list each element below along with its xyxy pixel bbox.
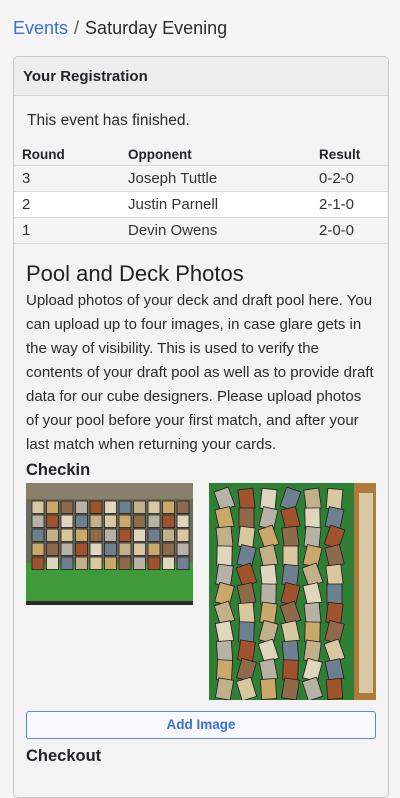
photos-description: Upload photos of your deck and draft poo… <box>26 292 374 453</box>
checkin-title: Checkin <box>26 461 91 479</box>
page-title: Saturday Evening <box>85 18 228 38</box>
breadcrumb: Events / Saturday Evening <box>13 17 227 39</box>
add-image-button[interactable]: Add Image <box>26 711 376 739</box>
column-header-opponent: Opponent <box>120 144 311 166</box>
checkout-title: Checkout <box>26 747 102 765</box>
checkin-photo-2[interactable] <box>209 483 376 700</box>
table-header-row: Round Opponent Result <box>14 144 388 166</box>
registration-card: Your Registration This event has finishe… <box>13 56 389 798</box>
round-cell: 1 <box>14 217 120 244</box>
result-cell: 2-1-0 <box>311 191 388 218</box>
deck-photo-image <box>209 483 376 700</box>
table-row: 1 Devin Owens 2-0-0 <box>14 217 388 244</box>
draft-pool-photo-image <box>26 483 193 605</box>
photos-section: Pool and Deck Photos Upload photos of yo… <box>14 261 388 766</box>
breadcrumb-events-link[interactable]: Events <box>13 18 68 38</box>
table-row: 3 Joseph Tuttle 0-2-0 <box>14 165 388 192</box>
opponent-cell: Joseph Tuttle <box>120 165 311 192</box>
registration-card-header: Your Registration <box>14 57 388 96</box>
result-cell: 0-2-0 <box>311 165 388 192</box>
rounds-table: Round Opponent Result 3 Joseph Tuttle 0-… <box>14 144 388 244</box>
breadcrumb-separator: / <box>74 18 80 38</box>
table-row: 2 Justin Parnell 2-1-0 <box>14 191 388 218</box>
opponent-cell: Devin Owens <box>120 217 311 244</box>
checkin-photos <box>26 483 388 705</box>
photos-section-title: Pool and Deck Photos <box>26 261 244 286</box>
column-header-result: Result <box>311 144 388 166</box>
round-cell: 2 <box>14 191 120 218</box>
column-header-round: Round <box>14 144 120 166</box>
round-cell: 3 <box>14 165 120 192</box>
opponent-cell: Justin Parnell <box>120 191 311 218</box>
result-cell: 2-0-0 <box>311 217 388 244</box>
checkin-photo-1[interactable] <box>26 483 193 605</box>
event-status-text: This event has finished. <box>27 112 190 129</box>
